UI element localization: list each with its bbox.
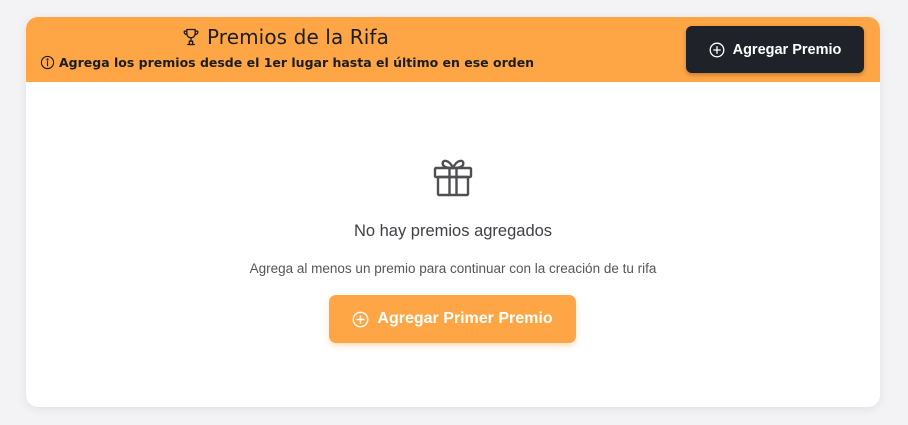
header-hint: Agrega los premios desde el 1er lugar ha… bbox=[40, 55, 534, 70]
card-header: Premios de la Rifa Agrega los premios de… bbox=[26, 17, 880, 82]
add-first-prize-button-label: Agregar Primer Premio bbox=[377, 310, 553, 327]
hint-text: Agrega los premios desde el 1er lugar ha… bbox=[59, 55, 535, 70]
add-first-prize-button[interactable]: Agregar Primer Premio bbox=[329, 295, 576, 343]
plus-circle-icon bbox=[352, 311, 369, 328]
plus-circle-icon bbox=[709, 42, 725, 58]
trophy-icon bbox=[181, 27, 201, 47]
empty-state-description: Agrega al menos un premio para continuar… bbox=[249, 261, 657, 276]
empty-state-title: No hay premios agregados bbox=[353, 222, 553, 240]
add-prize-button[interactable]: Agregar Premio bbox=[686, 26, 864, 73]
info-icon bbox=[40, 55, 55, 70]
add-prize-button-label: Agregar Premio bbox=[732, 41, 842, 58]
prizes-card: Premios de la Rifa Agrega los premios de… bbox=[26, 17, 880, 407]
page-title: Premios de la Rifa bbox=[207, 25, 389, 49]
gift-icon bbox=[431, 154, 475, 198]
header-title: Premios de la Rifa bbox=[181, 25, 389, 49]
